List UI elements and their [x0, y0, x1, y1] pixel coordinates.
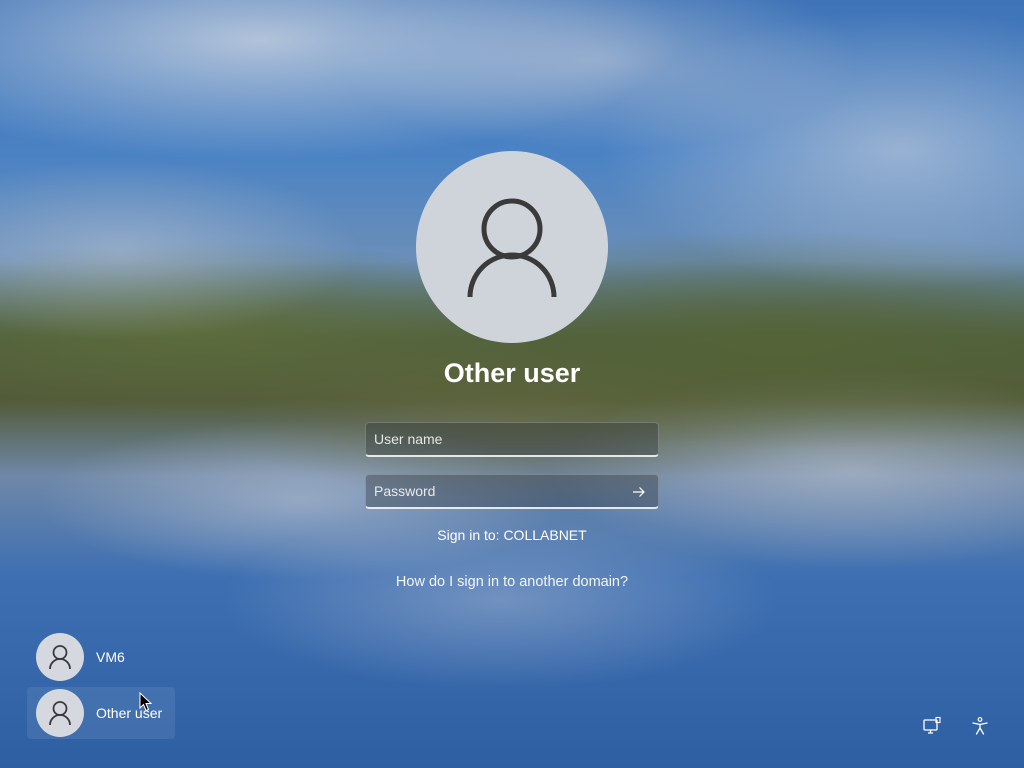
user-silhouette-icon [49, 645, 71, 670]
username-field[interactable] [365, 422, 659, 457]
accessibility-icon [972, 717, 988, 735]
password-field[interactable] [365, 474, 659, 509]
selected-user-name: Other user [443, 358, 581, 388]
user-silhouette-icon [467, 198, 557, 298]
password-input[interactable] [366, 475, 658, 507]
submit-arrow-button[interactable] [628, 481, 650, 503]
user-tile-vm6[interactable]: VM6 [27, 631, 175, 683]
another-domain-link[interactable]: How do I sign in to another domain? [312, 574, 712, 590]
arrow-right-icon [633, 487, 645, 497]
network-button[interactable] [920, 714, 944, 738]
user-silhouette-icon [49, 701, 71, 726]
username-input[interactable] [366, 423, 658, 455]
network-icon [923, 716, 941, 734]
mouse-cursor-icon [139, 692, 153, 712]
avatar [36, 689, 84, 737]
user-avatar-large [416, 151, 608, 343]
accessibility-button[interactable] [968, 714, 992, 738]
user-tile-label: VM6 [96, 649, 125, 665]
avatar [36, 633, 84, 681]
sign-in-domain-text: Sign in to: COLLABNET [437, 527, 587, 543]
